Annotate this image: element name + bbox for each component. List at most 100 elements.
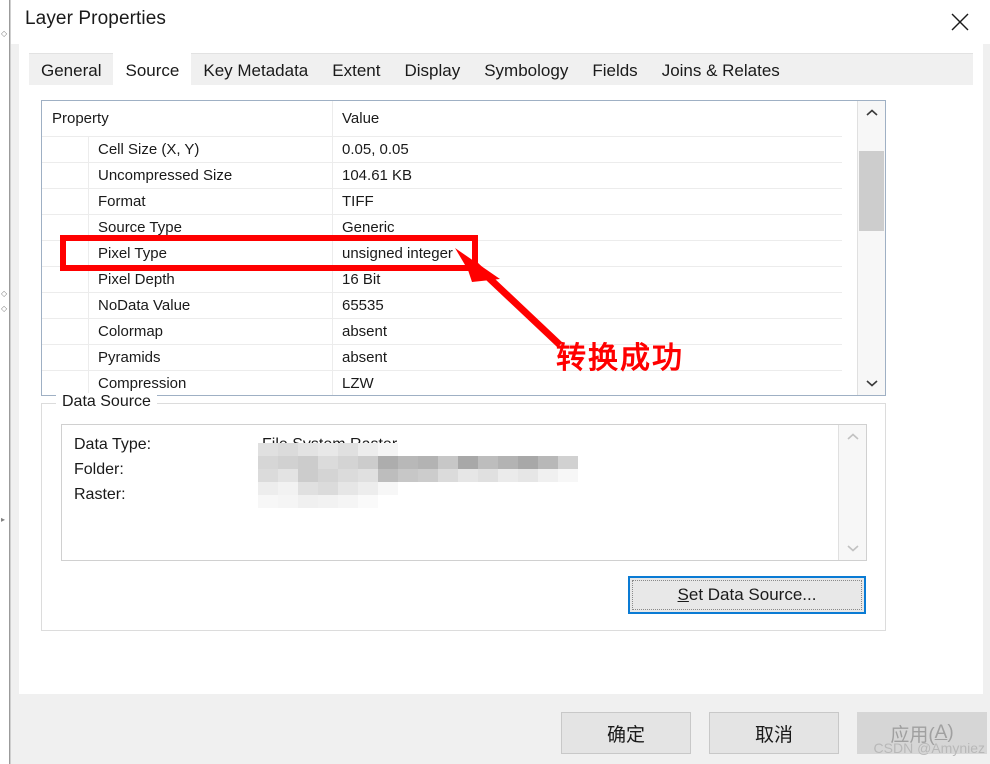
mosaic-cell — [278, 456, 298, 469]
data-source-label-raster: Raster: — [74, 486, 126, 503]
property-name: Format — [98, 193, 146, 210]
cancel-button[interactable]: 取消 — [709, 712, 839, 754]
table-row[interactable]: Format TIFF — [42, 189, 842, 215]
data-source-scrollbar[interactable] — [838, 425, 866, 560]
mosaic-cell — [378, 456, 398, 469]
background-window-marker-4: ▸ — [1, 515, 6, 524]
tab-extent[interactable]: Extent — [320, 53, 392, 88]
scrollbar-thumb[interactable] — [859, 151, 884, 231]
mosaic-cell — [258, 495, 278, 508]
mosaic-cell — [298, 482, 318, 495]
property-name: Compression — [98, 375, 187, 392]
mosaic-cell — [258, 469, 278, 482]
mosaic-cell — [438, 456, 458, 469]
property-name: Source Type — [98, 219, 182, 236]
tab-source[interactable]: Source — [113, 47, 192, 88]
tab-list: General Source Key Metadata Extent Display Sy… — [29, 47, 792, 88]
background-window-marker-3: ◇ — [1, 304, 8, 313]
mosaic-cell — [558, 456, 578, 469]
mosaic-cell — [278, 495, 298, 508]
property-value: absent — [342, 323, 388, 340]
property-value: unsigned integer — [342, 245, 453, 262]
property-name: Pixel Type — [98, 245, 167, 262]
mosaic-cell — [278, 469, 298, 482]
data-source-text-box[interactable]: Data Type: Folder: Raster: File System R… — [61, 424, 867, 561]
data-source-label-folder: Folder: — [74, 461, 124, 478]
property-table[interactable]: Property Value Cell Size (X, Y) 0.05, 0.05 U… — [41, 100, 886, 396]
close-icon[interactable] — [929, 0, 990, 44]
property-value: 0.05, 0.05 — [342, 141, 409, 158]
table-row[interactable]: Pixel Depth 16 Bit — [42, 267, 842, 293]
mosaic-cell — [258, 443, 278, 456]
tab-symbology[interactable]: Symbology — [472, 53, 580, 88]
mosaic-cell — [498, 469, 518, 482]
mosaic-cell — [378, 482, 398, 495]
background-window-marker-1: ◇ — [1, 29, 8, 38]
chevron-down-icon[interactable] — [858, 371, 885, 395]
property-table-scrollbar[interactable] — [857, 101, 885, 395]
data-source-legend: Data Source — [56, 393, 157, 411]
table-row[interactable]: Cell Size (X, Y) 0.05, 0.05 — [42, 137, 842, 163]
table-row[interactable]: NoData Value 65535 — [42, 293, 842, 319]
property-value: 16 Bit — [342, 271, 381, 288]
set-data-source-accelerator: S — [677, 585, 689, 604]
mosaic-cell — [298, 456, 318, 469]
mosaic-cell — [358, 443, 378, 456]
mosaic-cell — [338, 456, 358, 469]
table-row[interactable]: Source Type Generic — [42, 215, 842, 241]
chevron-down-icon[interactable] — [839, 536, 866, 560]
watermark: CSDN @Amyniez — [873, 740, 985, 756]
table-row[interactable]: Pixel Type unsigned integer — [42, 241, 842, 267]
redacted-path-mosaic — [258, 443, 578, 508]
table-row[interactable]: Colormap absent — [42, 319, 842, 345]
mosaic-cell — [518, 469, 538, 482]
tab-general[interactable]: General — [29, 53, 113, 88]
mosaic-cell — [358, 495, 378, 508]
table-row[interactable]: Pyramids absent — [42, 345, 842, 371]
property-value: LZW — [342, 375, 374, 392]
tab-fields[interactable]: Fields — [580, 53, 649, 88]
mosaic-cell — [278, 443, 298, 456]
chevron-up-icon[interactable] — [858, 101, 885, 125]
table-row[interactable]: Compression LZW — [42, 371, 842, 395]
property-value: 65535 — [342, 297, 384, 314]
background-window-edge: ◇ ◇ ◇ ▸ — [0, 0, 10, 764]
mosaic-cell — [478, 456, 498, 469]
mosaic-cell — [398, 456, 418, 469]
data-source-group: Data Source Data Type: Folder: Raster: F… — [41, 393, 886, 631]
mosaic-cell — [398, 469, 418, 482]
set-data-source-button-label: Set Data Source... — [632, 580, 862, 610]
mosaic-cell — [438, 469, 458, 482]
source-tab-panel: Property Value Cell Size (X, Y) 0.05, 0.05 U… — [19, 85, 983, 694]
mosaic-cell — [338, 495, 358, 508]
mosaic-cell — [278, 482, 298, 495]
tab-display[interactable]: Display — [392, 53, 472, 88]
set-data-source-button[interactable]: Set Data Source... — [628, 576, 866, 614]
mosaic-cell — [418, 469, 438, 482]
data-source-labels: Data Type: Folder: Raster: — [74, 432, 151, 507]
mosaic-cell — [318, 482, 338, 495]
table-header-property: Property — [52, 110, 109, 127]
mosaic-cell — [258, 456, 278, 469]
property-name: Pixel Depth — [98, 271, 175, 288]
mosaic-cell — [298, 443, 318, 456]
mosaic-cell — [318, 495, 338, 508]
background-window-marker-2: ◇ — [1, 289, 8, 298]
tab-joins-relates[interactable]: Joins & Relates — [650, 53, 792, 88]
table-row[interactable]: Uncompressed Size 104.61 KB — [42, 163, 842, 189]
mosaic-cell — [358, 482, 378, 495]
property-value: absent — [342, 349, 388, 366]
mosaic-cell — [458, 456, 478, 469]
ok-button[interactable]: 确定 — [561, 712, 691, 754]
mosaic-cell — [418, 456, 438, 469]
mosaic-cell — [538, 469, 558, 482]
tab-key-metadata[interactable]: Key Metadata — [191, 53, 320, 88]
mosaic-cell — [318, 443, 338, 456]
chevron-up-icon[interactable] — [839, 425, 866, 449]
set-data-source-label-rest: et Data Source... — [688, 585, 817, 604]
mosaic-cell — [478, 469, 498, 482]
mosaic-cell — [338, 443, 358, 456]
property-name: NoData Value — [98, 297, 191, 314]
layer-properties-dialog: Layer Properties General Source Key Metada… — [10, 0, 990, 764]
mosaic-cell — [358, 456, 378, 469]
